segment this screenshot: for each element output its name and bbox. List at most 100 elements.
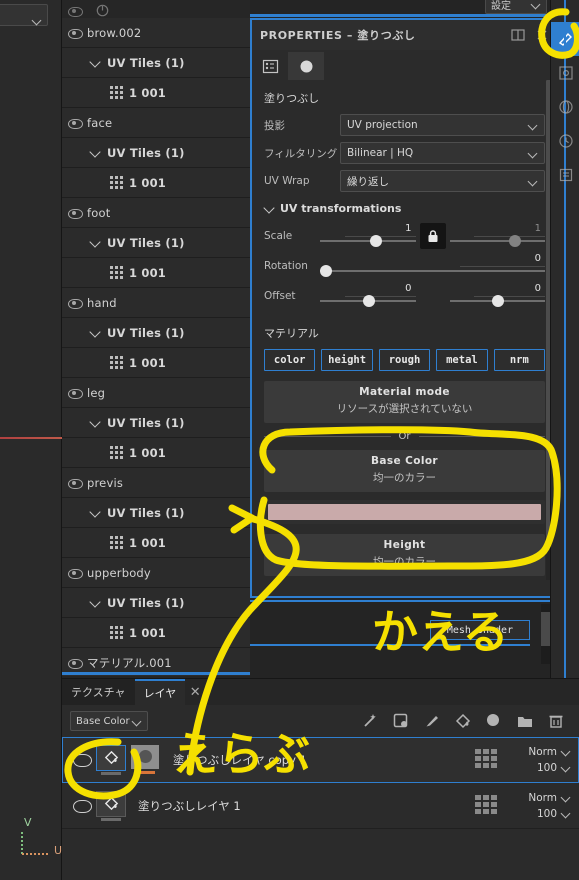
viewport-top-dropdown[interactable]: [0, 4, 48, 26]
material-mode-card[interactable]: Material mode リソースが選択されていない: [264, 381, 545, 423]
base-color-swatch-wrapper[interactable]: [264, 500, 545, 524]
scrollbar-thumb[interactable]: [541, 612, 550, 646]
chevron-down-icon[interactable]: [90, 147, 101, 158]
property-field-select[interactable]: UV projection: [340, 114, 545, 136]
material-channel-buttons[interactable]: color height rough metal nrm: [264, 349, 546, 371]
tree-item-uv-tiles[interactable]: UV Tiles (1): [62, 138, 250, 168]
slider-scale-u[interactable]: 1: [320, 223, 416, 249]
slider-offset-v[interactable]: 0: [449, 283, 545, 309]
layer-row[interactable]: 塗りつぶしレイヤ 1 Norm 100: [62, 783, 579, 829]
layer-blend-mode[interactable]: Norm: [528, 792, 571, 804]
sphere-icon[interactable]: [485, 712, 503, 730]
property-field-select[interactable]: Bilinear | HQ: [340, 142, 545, 164]
scene-tree-panel[interactable]: brow.002 UV Tiles (1) 1 001 face UV Tiles (1…: [62, 0, 250, 676]
eye-icon[interactable]: [68, 566, 83, 579]
tree-item-tile[interactable]: 1 001: [62, 618, 250, 648]
layer-visibility-toggle[interactable]: [70, 753, 92, 767]
rail-item-globe[interactable]: [551, 90, 579, 124]
scale-lock-button[interactable]: [419, 223, 446, 249]
property-fields[interactable]: 投影 UV projection フィルタリング Bilinear | HQ UV Wr…: [264, 114, 545, 192]
visibility-toggle-icon[interactable]: [68, 2, 83, 17]
layer-row-list[interactable]: 塗りつぶしレイヤ copy 1 Norm 100 塗りつぶしレイヤ 1 Norm 100: [62, 737, 579, 829]
tree-item-mesh[interactable]: hand: [62, 288, 250, 318]
layer-action-icons[interactable]: [361, 712, 571, 730]
layers-tab-bar[interactable]: テクスチャ レイヤ ✕: [62, 679, 579, 705]
slider-offset-u[interactable]: 0: [320, 283, 416, 309]
layer-blend-mode[interactable]: Norm: [528, 746, 571, 758]
layer-opacity[interactable]: 100: [537, 808, 571, 820]
rail-item-history[interactable]: [551, 124, 579, 158]
tree-item-uv-tiles[interactable]: UV Tiles (1): [62, 588, 250, 618]
mesh-shader-button[interactable]: Mesh shader: [430, 620, 530, 640]
brush-icon[interactable]: [423, 712, 441, 730]
info-icon[interactable]: [96, 2, 110, 17]
rail-item-list[interactable]: [551, 158, 579, 192]
slider-scale-v[interactable]: 1: [449, 223, 545, 249]
tree-item-uv-tiles[interactable]: UV Tiles (1): [62, 48, 250, 78]
material-channel-button-rough[interactable]: rough: [378, 349, 431, 371]
chevron-down-icon[interactable]: [90, 417, 101, 428]
tree-item-mesh[interactable]: upperbody: [62, 558, 250, 588]
tree-item-tile[interactable]: 1 001: [62, 348, 250, 378]
tab-material[interactable]: [288, 52, 324, 80]
tree-item-uv-tiles[interactable]: UV Tiles (1): [62, 498, 250, 528]
layers-toolbar[interactable]: Base Color: [62, 705, 579, 737]
tree-item-tile[interactable]: 1 001: [62, 438, 250, 468]
layer-mask-thumbnail[interactable]: [131, 744, 161, 775]
chevron-down-icon[interactable]: [90, 57, 101, 68]
eye-icon[interactable]: [68, 116, 83, 129]
tree-item-mesh[interactable]: face: [62, 108, 250, 138]
material-channel-button-height[interactable]: height: [321, 349, 373, 371]
material-channel-button-metal[interactable]: metal: [436, 349, 488, 371]
fill-icon[interactable]: [454, 712, 472, 730]
tree-item-tile[interactable]: 1 001: [62, 78, 250, 108]
properties-tabs[interactable]: [252, 50, 557, 80]
base-color-swatch[interactable]: [268, 504, 541, 520]
tree-item-mesh[interactable]: foot: [62, 198, 250, 228]
tree-item-tile[interactable]: 1 001: [62, 528, 250, 558]
property-field-select[interactable]: 繰り返し: [340, 170, 545, 192]
uv-viewport[interactable]: V U: [0, 0, 62, 880]
chevron-down-icon[interactable]: [90, 237, 101, 248]
close-icon[interactable]: ✕: [185, 685, 205, 700]
slider-rotation[interactable]: Rotation 0: [264, 251, 545, 281]
secondary-scrollbar[interactable]: [541, 604, 550, 664]
chevron-down-icon[interactable]: [90, 507, 101, 518]
base-color-card[interactable]: Base Color 均一のカラー: [264, 450, 545, 492]
tree-item-mesh[interactable]: leg: [62, 378, 250, 408]
dock-layout-icon[interactable]: [511, 28, 525, 42]
tree-item-tile[interactable]: 1 001: [62, 258, 250, 288]
eye-icon[interactable]: [68, 656, 83, 669]
height-card[interactable]: Height 均一のカラー: [264, 534, 545, 576]
channel-dropdown[interactable]: Base Color: [70, 711, 148, 731]
slider-scale[interactable]: Scale 1 1: [264, 221, 545, 251]
layer-row[interactable]: 塗りつぶしレイヤ copy 1 Norm 100: [62, 737, 579, 783]
layer-opacity[interactable]: 100: [537, 762, 571, 774]
tab-textures[interactable]: テクスチャ: [62, 679, 135, 705]
slider-offset[interactable]: Offset 0 0: [264, 281, 545, 311]
magic-wand-icon[interactable]: [361, 712, 379, 730]
eye-icon[interactable]: [68, 386, 83, 399]
layer-thumbnail[interactable]: [96, 790, 126, 821]
eye-icon[interactable]: [68, 206, 83, 219]
layer-thumbnail[interactable]: [96, 744, 126, 775]
layer-visibility-toggle[interactable]: [70, 799, 92, 813]
tree-item-tile[interactable]: 1 001: [62, 168, 250, 198]
tree-item-mesh[interactable]: previs: [62, 468, 250, 498]
tree-item-uv-tiles[interactable]: UV Tiles (1): [62, 408, 250, 438]
tree-row-list[interactable]: brow.002 UV Tiles (1) 1 001 face UV Tiles (1…: [62, 18, 250, 676]
trash-icon[interactable]: [547, 712, 565, 730]
folder-icon[interactable]: [516, 712, 534, 730]
uv-transformations-group[interactable]: UV transformations: [264, 202, 545, 215]
eye-icon[interactable]: [68, 26, 83, 39]
material-channel-button-color[interactable]: color: [264, 349, 316, 371]
slider-rotation-track[interactable]: 0: [320, 253, 545, 279]
close-icon[interactable]: [535, 28, 549, 42]
chevron-down-icon[interactable]: [90, 327, 101, 338]
tab-settings[interactable]: [252, 52, 288, 80]
eye-icon[interactable]: [68, 296, 83, 309]
mask-icon[interactable]: [392, 712, 410, 730]
tab-layers[interactable]: レイヤ: [134, 679, 186, 705]
material-channel-button-nrm[interactable]: nrm: [493, 349, 546, 371]
rail-item-settings[interactable]: [551, 56, 579, 90]
